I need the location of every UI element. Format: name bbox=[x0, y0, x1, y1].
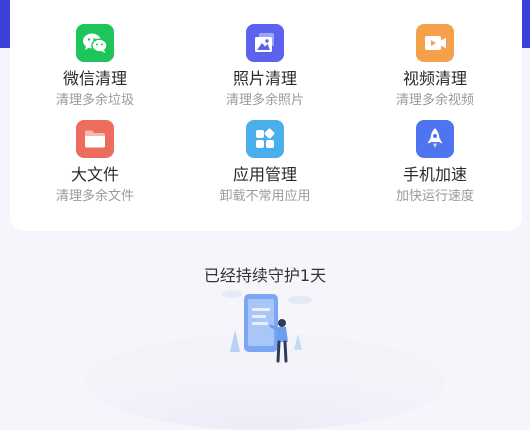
folder-icon bbox=[76, 120, 114, 158]
tool-title: 照片清理 bbox=[232, 69, 297, 88]
tool-subtitle: 清理多余垃圾 bbox=[55, 93, 134, 108]
tool-wechat-clean[interactable]: 微信清理 清理多余垃圾 bbox=[10, 24, 180, 114]
tool-subtitle: 清理多余视频 bbox=[395, 93, 474, 108]
tool-title: 微信清理 bbox=[62, 69, 127, 88]
tool-video-clean[interactable]: 视频清理 清理多余视频 bbox=[350, 24, 520, 114]
cleanup-tools-card: 微信清理 清理多余垃圾 照片清理 清理多余照片 视频清理 清理多余视频 大文件 … bbox=[10, 0, 522, 231]
tool-subtitle: 加快运行速度 bbox=[395, 189, 474, 204]
tool-photo-clean[interactable]: 照片清理 清理多余照片 bbox=[180, 24, 350, 114]
photo-icon bbox=[246, 24, 284, 62]
tool-subtitle: 清理多余文件 bbox=[55, 189, 134, 204]
tool-subtitle: 卸载不常用应用 bbox=[219, 189, 311, 204]
video-icon bbox=[416, 24, 454, 62]
tool-title: 视频清理 bbox=[402, 69, 467, 88]
tool-app-management[interactable]: 应用管理 卸载不常用应用 bbox=[180, 120, 350, 210]
tool-title: 大文件 bbox=[70, 165, 119, 184]
wechat-icon bbox=[76, 24, 114, 62]
tool-title: 应用管理 bbox=[232, 165, 297, 184]
tool-large-files[interactable]: 大文件 清理多余文件 bbox=[10, 120, 180, 210]
apps-icon bbox=[246, 120, 284, 158]
rocket-icon bbox=[416, 120, 454, 158]
tool-subtitle: 清理多余照片 bbox=[225, 93, 304, 108]
tools-grid: 微信清理 清理多余垃圾 照片清理 清理多余照片 视频清理 清理多余视频 大文件 … bbox=[10, 24, 522, 210]
tool-speed-up[interactable]: 手机加速 加快运行速度 bbox=[350, 120, 520, 210]
guard-illustration bbox=[85, 290, 445, 430]
tool-title: 手机加速 bbox=[402, 165, 467, 184]
